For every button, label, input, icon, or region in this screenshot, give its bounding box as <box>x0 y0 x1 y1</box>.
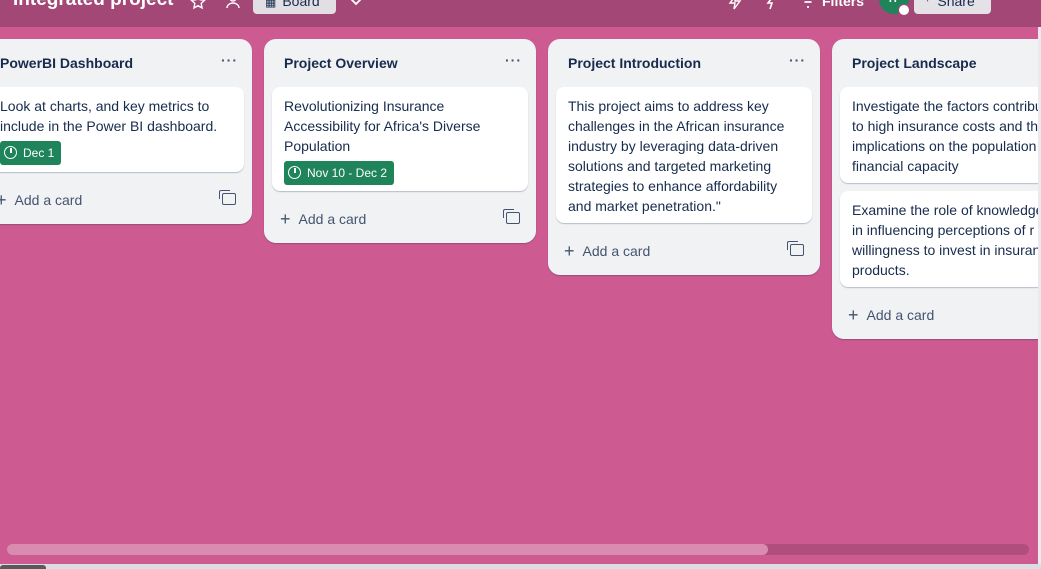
horizontal-scrollbar[interactable] <box>7 544 1029 555</box>
members-icon[interactable] <box>225 0 243 12</box>
star-icon[interactable] <box>190 0 208 12</box>
card-title: Look at charts, and key metrics to inclu… <box>0 98 218 134</box>
board-view-label: Board <box>282 0 320 9</box>
card-template-icon[interactable] <box>787 241 804 256</box>
add-card-row: + Add a card <box>0 180 252 220</box>
add-card-row: + Add a card <box>832 295 1041 335</box>
due-date-badge[interactable]: Dec 1 <box>0 141 62 165</box>
card[interactable]: Look at charts, and key metrics to inclu… <box>0 87 244 172</box>
clock-icon <box>288 166 301 179</box>
share-button[interactable]: ⁺ Share <box>914 0 991 14</box>
list-title[interactable]: Project Introduction <box>568 55 701 71</box>
plus-icon: + <box>564 241 575 261</box>
add-card-label: Add a card <box>582 243 651 259</box>
board-menu-icon[interactable]: ··· <box>1003 0 1022 8</box>
list-title[interactable]: Project Overview <box>284 55 398 71</box>
add-card-label: Add a card <box>298 211 367 227</box>
add-member-icon: ⁺ <box>924 0 932 9</box>
list-project-overview: Project Overview ··· Revolutionizing Ins… <box>264 39 536 243</box>
card-title: This project aims to address key challen… <box>568 98 785 214</box>
scrollbar-thumb[interactable] <box>7 544 768 555</box>
card[interactable]: Examine the role of knowledge in influen… <box>840 191 1041 287</box>
card-template-icon[interactable] <box>219 190 236 205</box>
add-card-row: + Add a card <box>548 231 820 271</box>
share-label: Share <box>937 0 975 9</box>
plus-icon: + <box>280 209 291 229</box>
automation-icon[interactable] <box>764 0 782 12</box>
list-project-landscape: Project Landscape Investigate the factor… <box>832 39 1041 339</box>
list-header: Project Overview ··· <box>264 39 536 85</box>
plus-icon: + <box>0 190 7 210</box>
list-title[interactable]: PowerBI Dashboard <box>0 55 133 71</box>
clock-icon <box>4 146 17 159</box>
taskbar-tab[interactable] <box>0 565 46 569</box>
card[interactable]: This project aims to address key challen… <box>556 87 812 223</box>
list-header: Project Introduction ··· <box>548 39 820 85</box>
card-title: Revolutionizing Insurance Accessibility … <box>284 98 481 154</box>
list-project-introduction: Project Introduction ··· This project ai… <box>548 39 820 275</box>
filters-button[interactable]: Filters <box>822 0 864 10</box>
add-card-button[interactable]: + Add a card <box>280 209 366 229</box>
due-date-label: Dec 1 <box>23 146 55 160</box>
list-header: PowerBI Dashboard ··· <box>0 39 252 85</box>
card[interactable]: Investigate the factors contribu to high… <box>840 87 1041 183</box>
board-header: Integrated project ▦Board Filters TP ⁺Sh… <box>0 0 1041 27</box>
add-card-label: Add a card <box>866 307 935 323</box>
add-card-button[interactable]: + Add a card <box>848 305 934 325</box>
add-card-button[interactable]: + Add a card <box>564 241 650 261</box>
filter-icon[interactable] <box>800 0 818 12</box>
add-card-row: + Add a card <box>264 199 536 239</box>
due-date-label: Nov 10 - Dec 2 <box>307 166 388 180</box>
card-title: Examine the role of knowledge in influen… <box>852 202 1041 278</box>
list-header: Project Landscape <box>832 39 1041 85</box>
list-title[interactable]: Project Landscape <box>852 55 977 71</box>
list-actions-icon[interactable]: ··· <box>221 53 238 67</box>
card-template-icon[interactable] <box>503 209 520 224</box>
add-card-label: Add a card <box>14 192 83 208</box>
power-ups-icon[interactable] <box>727 0 745 12</box>
list-actions-icon[interactable]: ··· <box>789 53 806 67</box>
board-view-button[interactable]: ▦ Board <box>253 0 336 14</box>
list-actions-icon[interactable]: ··· <box>505 53 522 67</box>
card[interactable]: Revolutionizing Insurance Accessibility … <box>272 87 528 191</box>
card-title: Investigate the factors contribu to high… <box>852 98 1041 174</box>
board-icon: ▦ <box>265 0 277 9</box>
list-powerbi-dashboard: PowerBI Dashboard ··· Look at charts, an… <box>0 39 252 224</box>
admin-badge-icon <box>898 4 910 16</box>
taskbar-strip <box>0 564 1041 569</box>
board-title[interactable]: Integrated project <box>13 0 173 12</box>
due-date-badge[interactable]: Nov 10 - Dec 2 <box>284 161 395 185</box>
chevron-down-icon[interactable] <box>348 0 366 12</box>
plus-icon: + <box>848 305 859 325</box>
add-card-button[interactable]: + Add a card <box>0 190 82 210</box>
